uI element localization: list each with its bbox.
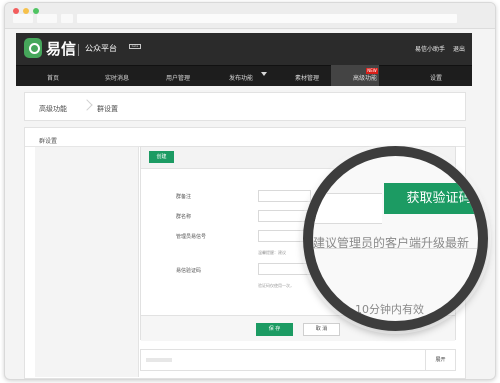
address-bar[interactable]	[77, 14, 457, 23]
nav-item-home[interactable]: 首页	[47, 73, 59, 82]
verify-code-input[interactable]	[258, 263, 311, 275]
beta-badge: beta	[129, 44, 141, 49]
expand-button[interactable]: 展开	[425, 350, 455, 370]
chevron-down-icon[interactable]	[261, 72, 267, 76]
tab-create[interactable]: 创建	[149, 151, 174, 163]
magnified-sub-hint: ，10分钟内有效	[344, 303, 424, 316]
group-name-input[interactable]	[258, 210, 311, 222]
left-panel	[35, 147, 139, 377]
group-remark-label: 群备注	[176, 194, 192, 200]
chevron-right-icon	[81, 99, 93, 111]
main-nav: 首页 实时消息 用户管理 发布功能 素材管理 高级功能 设置	[16, 65, 472, 86]
back-button[interactable]	[13, 14, 33, 23]
verify-hint: 验证码仅使用一次，	[258, 283, 294, 288]
nav-item-settings[interactable]: 设置	[430, 73, 442, 82]
magnified-input	[313, 193, 382, 224]
breadcrumb-group-settings: 群设置	[97, 105, 118, 113]
user-name[interactable]: 易信小助手	[415, 44, 445, 53]
logo-subtitle: 公众平台	[85, 44, 117, 53]
admin-hint: 温馨提醒：建议	[258, 250, 286, 255]
app-header: 易信 公众平台 beta 易信小助手 退出	[16, 33, 472, 65]
save-button[interactable]: 保 存	[256, 323, 293, 336]
logout-link[interactable]: 退出	[453, 44, 465, 53]
collapsed-section: 展开	[140, 349, 456, 371]
magnified-divider	[313, 248, 478, 249]
logo-divider	[78, 44, 79, 56]
magnifier-lens: 获取验证码 建议管理员的客户端升级最新 ，10分钟内有效	[303, 146, 488, 331]
yixin-logo-icon	[24, 38, 42, 58]
group-name-label: 群名称	[176, 214, 192, 220]
reload-button[interactable]	[61, 14, 73, 23]
content-heading: 群设置	[39, 138, 58, 145]
nav-item-media[interactable]: 素材管理	[295, 73, 319, 82]
group-remark-input[interactable]	[258, 190, 311, 202]
cancel-button[interactable]: 取 消	[303, 323, 340, 336]
blurred-text	[146, 358, 172, 362]
nav-item-user-management[interactable]: 用户管理	[166, 73, 190, 82]
nav-item-realtime-messages[interactable]: 实时消息	[105, 73, 129, 82]
admin-yixin-label: 管理员易信号	[176, 234, 207, 240]
get-code-button[interactable]: 获取验证码	[384, 183, 478, 214]
verify-code-label: 易信验证码	[176, 268, 202, 274]
breadcrumb: 高级功能 群设置	[24, 92, 466, 121]
nav-item-advanced[interactable]: 高级功能	[353, 73, 377, 82]
logo-text: 易信	[46, 40, 77, 58]
forward-button[interactable]	[37, 14, 57, 23]
breadcrumb-advanced[interactable]: 高级功能	[39, 104, 67, 114]
nav-item-publish[interactable]: 发布功能	[229, 73, 253, 82]
